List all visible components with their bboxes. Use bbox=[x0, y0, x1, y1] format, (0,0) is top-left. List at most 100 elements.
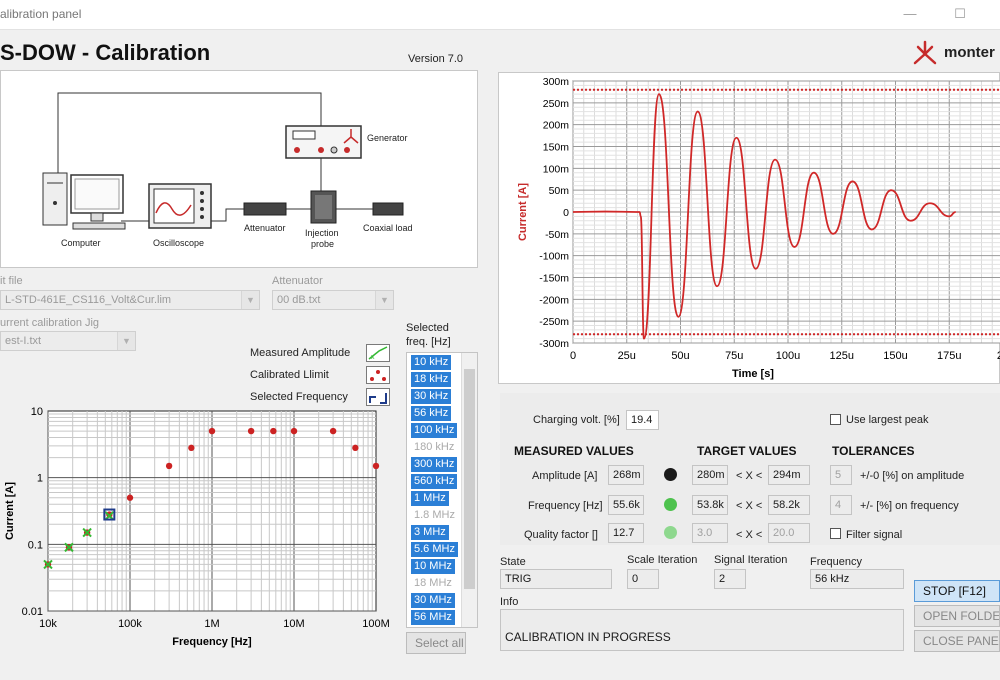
state-label: State bbox=[500, 556, 526, 568]
signal-iteration-label: Signal Iteration bbox=[714, 554, 788, 566]
frequency-status-label: Frequency bbox=[810, 556, 862, 568]
freq-list-item[interactable]: 18 kHz bbox=[411, 372, 452, 387]
freq-list-scrollbar[interactable] bbox=[461, 353, 477, 627]
scrollbar-thumb[interactable] bbox=[464, 369, 475, 589]
amplitude-measured: 268m bbox=[608, 465, 644, 485]
computer-icon bbox=[42, 172, 126, 230]
freq-list-item[interactable]: 10 MHz bbox=[411, 559, 455, 574]
freq-list[interactable]: 10 kHz 18 kHz 30 kHz 56 kHz 100 kHz 180 kHz 30… bbox=[406, 352, 478, 628]
time-y-tick-label: 100m bbox=[543, 163, 570, 175]
freq-y-tick-label: 1 bbox=[37, 473, 43, 485]
maximize-icon[interactable]: ☐ bbox=[945, 4, 975, 24]
oscilloscope-label: Oscilloscope bbox=[153, 238, 204, 248]
limit-point bbox=[290, 427, 298, 435]
time-y-tick-label: -100m bbox=[539, 251, 569, 263]
frequency-target-low[interactable]: 53.8k bbox=[692, 495, 728, 515]
freq-list-label-1: Selected bbox=[406, 322, 449, 334]
limit-point bbox=[372, 462, 380, 470]
calibrated-limit-icon bbox=[366, 366, 390, 384]
freq-list-item[interactable]: 30 MHz bbox=[411, 593, 455, 608]
time-y-tick-label: -150m bbox=[539, 273, 569, 285]
freq-x-tick-label: 100k bbox=[118, 618, 142, 630]
computer-label: Computer bbox=[61, 238, 101, 248]
use-largest-peak-checkbox[interactable] bbox=[830, 414, 841, 425]
freq-list-item[interactable]: 560 kHz bbox=[411, 474, 458, 489]
target-values-heading: TARGET VALUES bbox=[697, 444, 797, 458]
charging-volt-input[interactable]: 19.4 bbox=[626, 410, 659, 430]
injection-probe-icon bbox=[310, 190, 337, 224]
quality-target-low[interactable]: 3.0 bbox=[692, 523, 728, 543]
freq-list-item[interactable]: 180 kHz bbox=[411, 440, 457, 455]
freq-list-item[interactable]: 30 kHz bbox=[411, 389, 452, 404]
freq-list-item[interactable]: 18 MHz bbox=[411, 576, 455, 591]
time-y-tick-label: -300m bbox=[539, 338, 569, 350]
attenuator-icon bbox=[243, 202, 287, 216]
open-folder-button[interactable]: OPEN FOLDER bbox=[914, 605, 1000, 627]
close-panel-button[interactable]: CLOSE PANEL bbox=[914, 630, 1000, 652]
amplitude-tolerance-input[interactable]: 5 bbox=[830, 465, 852, 485]
charging-volt-label: Charging volt. [%] bbox=[533, 414, 620, 426]
freq-y-tick-label: 0.1 bbox=[28, 539, 43, 551]
coaxial-load-icon bbox=[372, 202, 404, 216]
generator-label: Generator bbox=[367, 133, 408, 143]
time-y-tick-label: 300m bbox=[543, 76, 570, 88]
limit-point bbox=[208, 427, 216, 435]
time-y-tick-label: -250m bbox=[539, 316, 569, 328]
generator-icon bbox=[285, 125, 362, 159]
minimize-icon[interactable]: — bbox=[895, 4, 925, 24]
version-label: Version 7.0 bbox=[408, 53, 464, 65]
limit-file-select[interactable]: L-STD-461E_CS116_Volt&Cur.lim ▼ bbox=[0, 290, 260, 310]
scale-iteration-value: 0 bbox=[627, 569, 659, 589]
info-message: CALIBRATION IN PROGRESS bbox=[500, 609, 904, 651]
state-value: TRIG bbox=[500, 569, 612, 589]
select-all-button[interactable]: Select all bbox=[406, 632, 466, 654]
freq-list-item[interactable]: 1.8 MHz bbox=[411, 508, 458, 523]
stop-button[interactable]: STOP [F12] bbox=[914, 580, 1000, 602]
limit-file-label: it file bbox=[0, 275, 23, 287]
freq-list-item[interactable]: 10 kHz bbox=[411, 355, 452, 370]
frequency-tolerance-input[interactable]: 4 bbox=[830, 495, 852, 515]
frequency-status-value: 56 kHz bbox=[810, 569, 904, 589]
quality-factor-label: Quality factor [] bbox=[524, 529, 598, 541]
legend-measured: Measured Amplitude bbox=[250, 347, 351, 359]
chevron-down-icon: ▼ bbox=[117, 332, 135, 350]
injection-probe-label-1: Injection bbox=[305, 228, 339, 238]
freq-chart-xlabel: Frequency [Hz] bbox=[172, 636, 252, 648]
freq-list-item[interactable]: 300 kHz bbox=[411, 457, 458, 472]
quality-factor-status-led bbox=[664, 526, 677, 539]
coaxial-load-label: Coaxial load bbox=[363, 223, 413, 233]
time-chart: 025u50u75u100u125u150u175u20 300m250m200… bbox=[498, 72, 1000, 384]
injection-probe-label-2: probe bbox=[311, 239, 334, 249]
limit-file-value: L-STD-461E_CS116_Volt&Cur.lim bbox=[5, 294, 172, 306]
attenuator-file-select[interactable]: 00 dB.txt ▼ bbox=[272, 290, 394, 310]
limit-point bbox=[126, 494, 134, 501]
freq-x-tick-label: 10k bbox=[39, 618, 57, 630]
brand-logo: monter bbox=[910, 38, 1000, 68]
legend-selected: Selected Frequency bbox=[250, 391, 348, 403]
freq-list-item[interactable]: 5.6 MHz bbox=[411, 542, 458, 557]
frequency-target-high[interactable]: 58.2k bbox=[768, 495, 810, 515]
tolerances-heading: TOLERANCES bbox=[832, 444, 915, 458]
time-y-tick-label: 150m bbox=[543, 142, 570, 154]
freq-list-item[interactable]: 1 MHz bbox=[411, 491, 449, 506]
frequency-range-sep: < X < bbox=[736, 500, 763, 512]
quality-target-high[interactable]: 20.0 bbox=[768, 523, 810, 543]
amplitude-status-led bbox=[664, 468, 677, 481]
amplitude-target-low[interactable]: 280m bbox=[692, 465, 728, 485]
filter-signal-label: Filter signal bbox=[846, 529, 903, 541]
amplitude-target-high[interactable]: 294m bbox=[768, 465, 810, 485]
quality-factor-measured: 12.7 bbox=[608, 523, 644, 543]
freq-list-item[interactable]: 56 kHz bbox=[411, 406, 452, 421]
freq-list-item[interactable]: 100 kHz bbox=[411, 423, 458, 438]
time-y-tick-label: 50m bbox=[549, 185, 570, 197]
quality-range-sep: < X < bbox=[736, 529, 763, 541]
oscilloscope-icon bbox=[148, 183, 212, 229]
freq-list-item[interactable]: 3 MHz bbox=[411, 525, 449, 540]
freq-y-tick-label: 10 bbox=[31, 406, 43, 418]
time-x-tick-label: 25u bbox=[618, 350, 636, 362]
jig-file-select[interactable]: est-I.txt ▼ bbox=[0, 331, 136, 351]
filter-signal-checkbox[interactable] bbox=[830, 528, 841, 539]
frequency-status-led bbox=[664, 498, 677, 511]
limit-point bbox=[270, 427, 277, 435]
freq-list-item[interactable]: 56 MHz bbox=[411, 610, 455, 625]
